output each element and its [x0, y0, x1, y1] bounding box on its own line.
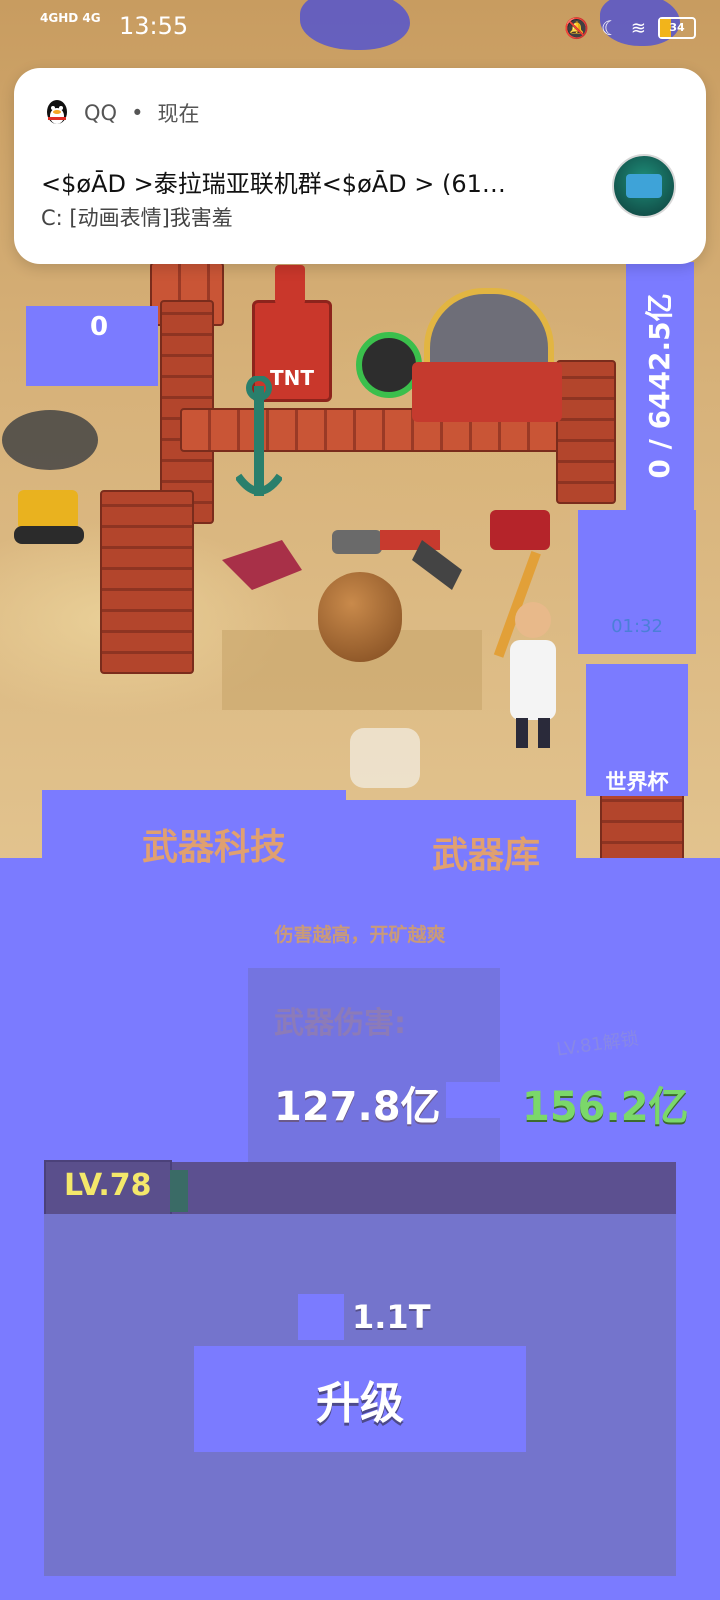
- damage-current: 127.8亿: [274, 1084, 441, 1130]
- upgrade-cost: 1.1T: [352, 1298, 431, 1336]
- notification-app-name: QQ: [84, 101, 118, 125]
- gear-machine: [412, 362, 562, 422]
- damage-label: 武器伤害:: [274, 1006, 406, 1041]
- timer-text: 01:32: [611, 616, 663, 637]
- progress-text: 0 / 6442.5亿: [643, 293, 676, 479]
- player-character[interactable]: [318, 572, 402, 662]
- qq-notification[interactable]: QQ • 现在 <$øĀD >泰拉瑞亚联机群<$øĀD > (61… C: [动…: [14, 68, 706, 264]
- progress-counter: 0 / 6442.5亿: [626, 262, 694, 510]
- fist-icon[interactable]: [330, 718, 440, 798]
- moon-icon: ☾: [600, 16, 619, 40]
- battery-icon: 34: [658, 17, 696, 39]
- notification-body: C: [动画表情]我害羞: [41, 206, 233, 230]
- qq-penguin-icon: [47, 100, 67, 124]
- coin-icon: [298, 1294, 344, 1340]
- level-progress-fill: [170, 1170, 188, 1212]
- notification-separator: •: [131, 101, 144, 125]
- notification-title: <$øĀD >泰拉瑞亚联机群<$øĀD > (61…: [41, 170, 506, 198]
- signal-indicator: 4GHD 4G: [40, 11, 101, 25]
- group-avatar: [612, 154, 676, 218]
- tab-weapon-tech[interactable]: 武器科技: [142, 818, 286, 870]
- robot-machine: [2, 410, 98, 544]
- counter-value: 0: [90, 312, 109, 342]
- clock: 13:55: [119, 12, 189, 40]
- panel-subtitle: 伤害越高，开矿越爽: [274, 924, 446, 946]
- scientist-npc[interactable]: [500, 600, 566, 750]
- upgrade-button[interactable]: 升级: [194, 1346, 526, 1452]
- tab-armory[interactable]: 武器库: [432, 826, 540, 878]
- anchor-weapon: [236, 376, 282, 496]
- mute-icon: 🔕: [564, 16, 589, 40]
- brick-wall: [556, 360, 616, 504]
- arrow-right-icon: [446, 1082, 502, 1118]
- notification-time: 现在: [157, 102, 200, 126]
- damage-next: 156.2亿: [522, 1084, 689, 1130]
- level-text: LV.78: [64, 1168, 152, 1203]
- notification-header: QQ • 现在: [44, 98, 199, 128]
- status-bar: 4GHD 4G 13:55 🔕 ☾ ≋ 34: [0, 0, 720, 56]
- world-cup-label: 世界杯: [605, 770, 669, 794]
- wifi-icon: ≋: [630, 17, 646, 39]
